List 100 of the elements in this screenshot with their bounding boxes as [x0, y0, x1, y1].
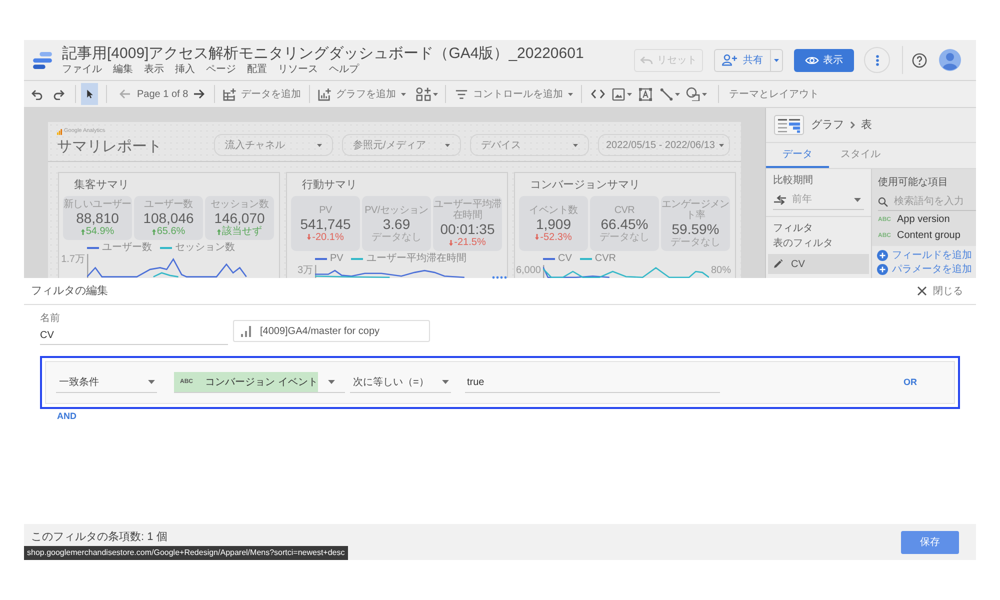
axis-tick-label: 6,000 — [516, 265, 541, 278]
image-button[interactable] — [612, 88, 632, 100]
comparison-dropdown[interactable]: 前年 — [773, 190, 864, 210]
add-parameter-button[interactable]: パラメータを追加 — [877, 262, 976, 276]
share-button[interactable]: 共有 — [714, 48, 770, 72]
drag-handle-icon[interactable] — [492, 276, 508, 279]
menu-item[interactable]: 挿入 — [175, 64, 195, 76]
match-dropdown[interactable]: 一致条件 — [56, 372, 157, 392]
close-button[interactable]: 閉じる — [917, 284, 963, 298]
operator-dropdown[interactable]: 次に等しい（=） — [350, 372, 451, 392]
field-list-item[interactable]: App version — [897, 214, 950, 226]
more-icon — [876, 54, 878, 66]
metric-label: CVR — [614, 204, 635, 216]
eye-icon — [805, 56, 819, 64]
legend-label: ユーザー数 — [102, 242, 152, 254]
caret-icon — [445, 144, 450, 146]
caret-icon — [718, 144, 724, 146]
text-box-icon[interactable] — [639, 88, 652, 100]
metric-value: 3.69 — [382, 216, 410, 232]
metric-change: 該当せず — [222, 226, 262, 237]
menu-item[interactable]: リソース — [278, 64, 318, 76]
redo-icon[interactable] — [53, 88, 65, 100]
menu-item[interactable]: ヘルプ — [329, 64, 359, 76]
chevron-right-icon — [850, 121, 855, 129]
code-icon[interactable] — [591, 88, 606, 100]
axis-tick-label: 3万 — [297, 265, 313, 278]
help-icon[interactable] — [912, 52, 927, 68]
field-label: 名前 — [40, 313, 61, 324]
metric-value: 59.59% — [672, 221, 720, 237]
metric-label: ユーザー平均滞在時間 — [433, 199, 502, 221]
card-title: 集客サマリ — [73, 178, 130, 192]
menu-item[interactable]: 編集 — [113, 64, 133, 76]
pointer-icon — [84, 89, 94, 99]
data-source-name: [4009]GA4/master for copy — [260, 324, 380, 338]
shape-button[interactable] — [686, 87, 708, 101]
name-field[interactable]: CV — [40, 327, 228, 345]
image-icon — [612, 88, 626, 100]
theme-layout-button[interactable]: テーマとレイアウト — [729, 86, 820, 102]
caret-icon — [854, 198, 861, 202]
filter-dropdown[interactable]: 2022/05/15 - 2022/06/13 — [598, 134, 730, 156]
metric-change: -20.1% — [312, 232, 344, 242]
line-button[interactable] — [660, 88, 680, 100]
add-data-button[interactable]: データを追加 — [223, 86, 302, 102]
more-button[interactable] — [864, 47, 890, 73]
menu-item[interactable]: ページ — [206, 64, 236, 76]
logo-icon — [33, 52, 52, 68]
add-chart-button[interactable]: グラフを追加 — [318, 86, 406, 102]
view-button[interactable]: 表示 — [794, 48, 854, 72]
filter-dropdown[interactable]: デバイス — [470, 134, 589, 156]
add-chart-icon — [318, 88, 332, 100]
metric-label: エンゲージメント率 — [661, 199, 730, 221]
field-list-item[interactable]: Content group — [897, 230, 960, 242]
filter-dropdown[interactable]: 参照元/メディア — [342, 134, 461, 156]
table-chart-icon — [774, 115, 804, 135]
value-field[interactable]: true — [465, 372, 720, 392]
undo-icon[interactable] — [31, 88, 43, 100]
plus-circle-icon — [877, 264, 888, 274]
legend-label: CV — [558, 253, 572, 265]
add-field-button[interactable]: フィールドを追加 — [877, 248, 976, 262]
arrow-right-icon[interactable] — [193, 88, 206, 100]
menu-item[interactable]: ファイル — [62, 64, 102, 76]
save-button[interactable]: 保存 — [901, 531, 959, 554]
search-field[interactable]: 検索語句を入力 — [894, 194, 976, 210]
plus-circle-icon — [877, 250, 888, 260]
caret-icon — [433, 92, 438, 96]
share-menu-button[interactable] — [770, 48, 783, 72]
select-tool-button[interactable] — [81, 83, 98, 105]
chart-axis — [543, 265, 544, 278]
and-button[interactable]: AND — [57, 411, 76, 422]
bar-chart-icon — [57, 128, 62, 134]
panel-tab[interactable]: スタイル — [829, 143, 892, 168]
panel-tab[interactable]: データ — [766, 143, 829, 168]
avatar-icon[interactable] — [939, 49, 961, 71]
filter-icon — [455, 88, 468, 100]
document-title: 記事用[4009]アクセス解析モニタリングダッシュボード（GA4版）_20220601 — [62, 44, 584, 63]
or-button[interactable]: OR — [904, 376, 917, 390]
add-data-icon — [223, 88, 236, 100]
caret-icon — [442, 380, 449, 384]
components-button[interactable] — [416, 87, 438, 101]
metric-value: 66.45% — [600, 216, 648, 232]
legend-label: セッション数 — [175, 242, 235, 254]
clause-count: このフィルタの条項数: 1 個 — [31, 531, 168, 544]
caret-icon[interactable] — [328, 380, 335, 384]
menu-item[interactable]: 表示 — [144, 64, 164, 76]
metric-change: データなし — [670, 237, 720, 248]
filter-chip[interactable]: CV — [768, 254, 869, 274]
caret-icon — [401, 92, 406, 96]
menu-item[interactable]: 配置 — [247, 64, 267, 76]
search-icon — [878, 196, 888, 206]
page-indicator: Page 1 of 8 — [137, 88, 188, 102]
metric-value: 1,909 — [536, 216, 572, 232]
card-title: コンバージョンサマリ — [529, 178, 641, 192]
metric-value: 00:01:35 — [440, 221, 495, 237]
link-url-tooltip: shop.googlemerchandisestore.com/Google+Redesign/Apparel/Mens?sortci=newest+desc — [24, 546, 348, 560]
section-heading: フィルタ — [772, 223, 814, 235]
metric-label: ユーザー数 — [144, 199, 193, 210]
legend-label: CVR — [594, 253, 616, 265]
filter-dropdown[interactable]: 流入チャネル — [214, 134, 333, 156]
close-icon — [917, 286, 927, 296]
add-control-button[interactable]: コントロールを追加 — [455, 86, 574, 102]
